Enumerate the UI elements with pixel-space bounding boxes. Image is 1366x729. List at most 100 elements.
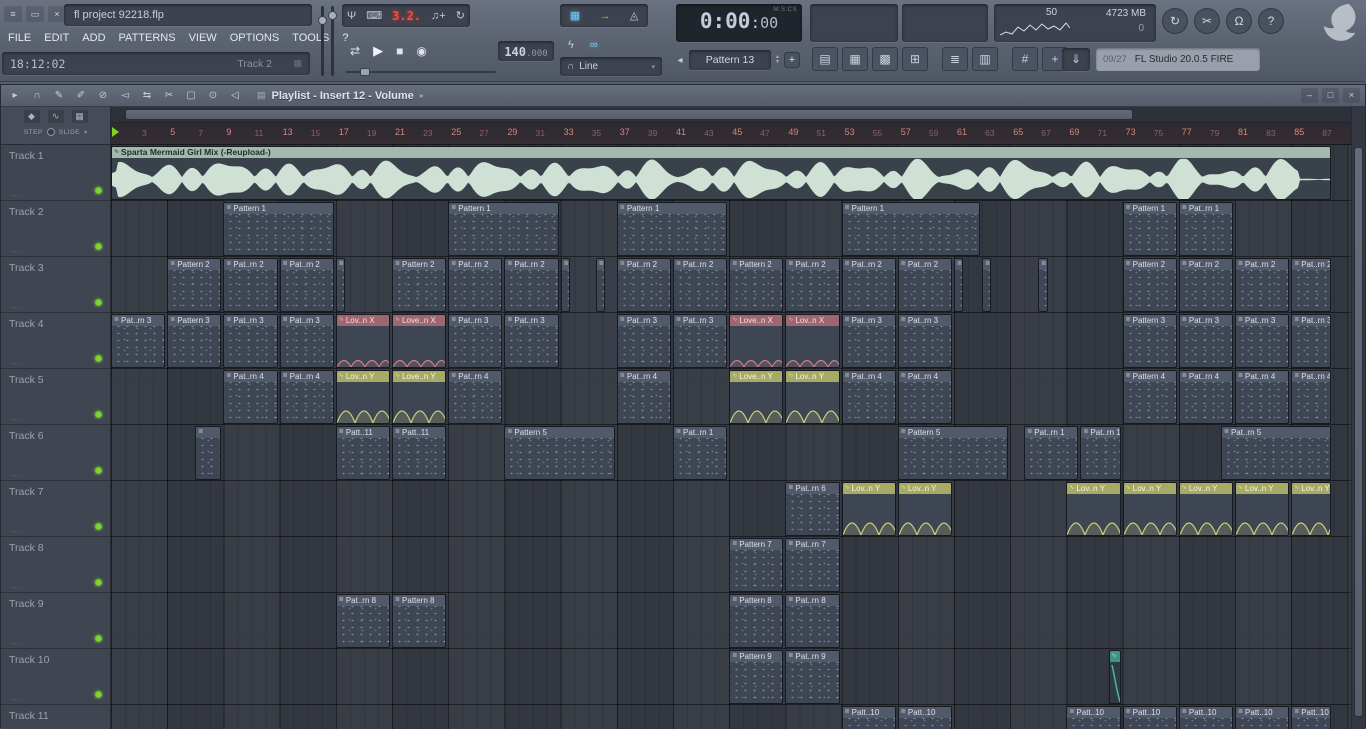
sync-button[interactable]: ↻: [1162, 8, 1188, 34]
restore-button[interactable]: ▭: [26, 6, 44, 22]
pattern-clip[interactable]: ≣Pat..rn 3: [111, 314, 165, 368]
playlist-menu-chevron[interactable]: ▸: [420, 91, 424, 100]
pattern-clip[interactable]: ≣Pattern 1: [617, 202, 727, 256]
automation-clip[interactable]: ∿Love..n Y: [729, 370, 783, 424]
pattern-clip[interactable]: ≣Pattern 8: [729, 594, 783, 648]
zoom-tool-icon[interactable]: ⊙: [203, 87, 223, 104]
menu-item-view[interactable]: VIEW: [189, 32, 217, 44]
slide-curve-icon[interactable]: ∿: [48, 110, 64, 123]
grid-icon[interactable]: ▦: [72, 110, 88, 123]
ghost-icon[interactable]: ◆: [24, 110, 40, 123]
ruler-bar-number[interactable]: 35: [592, 128, 601, 138]
horizontal-scrollbar[interactable]: [111, 107, 1353, 123]
track-header[interactable]: Track 8...: [1, 537, 111, 593]
tuning-fork-icon[interactable]: Ψ: [347, 9, 356, 23]
pattern-clip[interactable]: ≣Pat..rn 4: [617, 370, 671, 424]
pattern-clip-stub[interactable]: ≣: [596, 258, 605, 312]
pattern-clip[interactable]: ≣Pat..rn 4: [280, 370, 334, 424]
ruler-bar-number[interactable]: 11: [255, 128, 264, 138]
pattern-clip-stub[interactable]: ≣: [561, 258, 570, 312]
automation-clip[interactable]: ∿Lov..n Y: [1179, 482, 1233, 536]
pattern-clip[interactable]: ≣Pat..rn 2: [617, 258, 671, 312]
track-header[interactable]: Track 7...: [1, 481, 111, 537]
track-header[interactable]: Track 9...: [1, 593, 111, 649]
loop-mode-button[interactable]: ⇄: [350, 44, 360, 58]
pattern-clip[interactable]: ≣Patt..10: [1066, 706, 1120, 729]
ruler-bar-number[interactable]: 25: [451, 127, 461, 137]
track-header[interactable]: Track 1...: [1, 145, 111, 201]
automation-clip[interactable]: ∿Lov..n Y: [1066, 482, 1120, 536]
track-enable-led[interactable]: [95, 411, 102, 418]
blend-recording-icon[interactable]: ♫+: [431, 9, 446, 23]
automation-clip[interactable]: ∿Love..n Y: [392, 370, 446, 424]
timeline-ruler[interactable]: 3579111315171921232527293133353739414345…: [111, 123, 1353, 145]
track-enable-led[interactable]: [95, 355, 102, 362]
pattern-clip[interactable]: ≣Pat..rn 2: [223, 258, 277, 312]
pattern-clip[interactable]: ≣Pattern 1: [842, 202, 981, 256]
pattern-clip[interactable]: ≣Patt..10: [1179, 706, 1233, 729]
pattern-clip[interactable]: ≣Pattern 5: [898, 426, 1008, 480]
pattern-clip[interactable]: ≣Pat..rn 4: [842, 370, 896, 424]
ruler-bar-number[interactable]: 65: [1013, 127, 1023, 137]
automation-clip[interactable]: ∿Lov..n Y: [785, 370, 839, 424]
pattern-clip[interactable]: ≣Pattern 2: [167, 258, 221, 312]
automation-clip[interactable]: ∿Lov..n Y: [842, 482, 896, 536]
ruler-bar-number[interactable]: 27: [479, 128, 488, 138]
pattern-clip[interactable]: ≣Pat..rn 2: [1235, 258, 1289, 312]
pattern-clip[interactable]: ≣Pat..rn 2: [504, 258, 558, 312]
pattern-clip[interactable]: ≣Pat..rn 4: [1291, 370, 1331, 424]
pattern-clip[interactable]: ≣Pat..rn 4: [898, 370, 952, 424]
ruler-bar-number[interactable]: 61: [957, 127, 967, 137]
delete-tool-icon[interactable]: ⊘: [93, 87, 113, 104]
ruler-bar-number[interactable]: 59: [929, 128, 938, 138]
ruler-bar-number[interactable]: 51: [817, 128, 826, 138]
stop-button[interactable]: ■: [396, 44, 403, 58]
ruler-bar-number[interactable]: 45: [732, 127, 742, 137]
track-header[interactable]: Track 2...: [1, 201, 111, 257]
slip-tool-icon[interactable]: ⇆: [137, 87, 157, 104]
step-edit-icon[interactable]: ▦: [570, 9, 580, 23]
track-header[interactable]: Track 3...: [1, 257, 111, 313]
automation-clip[interactable]: ∿Lov..n Y: [898, 482, 952, 536]
ruler-bar-number[interactable]: 63: [985, 128, 994, 138]
track-enable-led[interactable]: [95, 243, 102, 250]
step-slide-controls[interactable]: STEP SLIDE ▾: [1, 128, 110, 136]
ruler-bar-number[interactable]: 37: [620, 127, 630, 137]
pattern-clip[interactable]: ≣Pat..rn 2: [1179, 258, 1233, 312]
pattern-clip[interactable]: ≣Pat..rn 3: [898, 314, 952, 368]
pattern-clip[interactable]: ≣Pat..rn 4: [1235, 370, 1289, 424]
mixer-button[interactable]: ≣: [942, 47, 968, 71]
pattern-clip[interactable]: ≣Pat..rn 4: [223, 370, 277, 424]
pattern-clip[interactable]: ≣Pattern 3: [1123, 314, 1177, 368]
ruler-bar-number[interactable]: 39: [648, 128, 657, 138]
event-editor-button[interactable]: ⊞: [902, 47, 928, 71]
time-display[interactable]: 0:00:00 M:S:CS: [676, 4, 802, 42]
menu-item-file[interactable]: FILE: [8, 32, 31, 44]
ruler-bar-number[interactable]: 19: [367, 128, 376, 138]
pattern-clip[interactable]: ≣Pat..rn 3: [1179, 314, 1233, 368]
pattern-clip[interactable]: ≣Pat..rn 1: [673, 426, 727, 480]
ruler-bar-number[interactable]: 53: [845, 127, 855, 137]
browser-button[interactable]: ▥: [972, 47, 998, 71]
pattern-clip[interactable]: ≣Pat..rn 4: [1179, 370, 1233, 424]
pattern-clip[interactable]: ≣Pattern 5: [504, 426, 614, 480]
metronome-icon[interactable]: ◬: [630, 9, 638, 23]
pattern-clip[interactable]: ≣Pattern 7: [729, 538, 783, 592]
automation-clip[interactable]: ∿Lov..n Y: [1235, 482, 1289, 536]
ruler-bar-number[interactable]: 9: [226, 127, 231, 137]
menu-item-options[interactable]: OPTIONS: [230, 32, 280, 44]
pattern-clip-stub[interactable]: ≣: [195, 426, 221, 480]
pattern-clip[interactable]: ≣Pat..rn 3: [617, 314, 671, 368]
pattern-clip[interactable]: ≣Pattern 1: [1123, 202, 1177, 256]
pattern-clip[interactable]: ≣Pat..rn 3: [1291, 314, 1331, 368]
pattern-clip[interactable]: ≣Pat..rn 3: [842, 314, 896, 368]
pattern-clip[interactable]: ≣Pat..rn 1: [1080, 426, 1120, 480]
pattern-clip[interactable]: ≣Patt..10: [1123, 706, 1177, 729]
ruler-bar-number[interactable]: 41: [676, 127, 686, 137]
track-header[interactable]: Track 5...: [1, 369, 111, 425]
note-entry-icon[interactable]: →: [599, 9, 610, 23]
spinner-down-icon[interactable]: ▾: [776, 60, 779, 65]
pattern-clip[interactable]: ≣Patt..10: [898, 706, 952, 729]
ruler-bar-number[interactable]: 3: [142, 128, 147, 138]
playhead-marker[interactable]: [112, 127, 119, 137]
